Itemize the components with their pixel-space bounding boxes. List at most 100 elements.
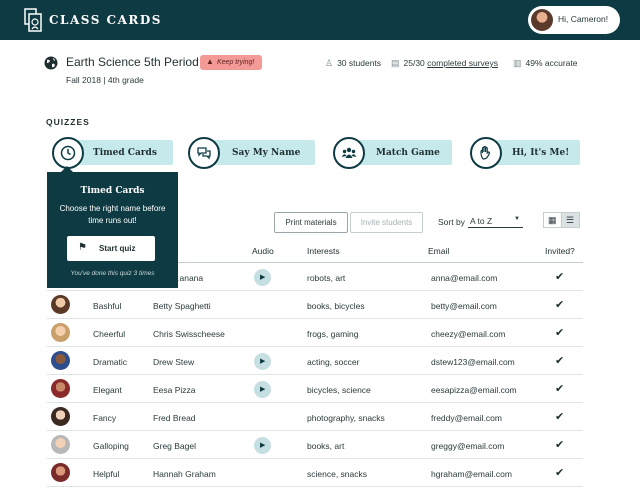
avatar: [51, 351, 70, 370]
avatar: [51, 463, 70, 482]
clipboard-icon: ▥: [513, 58, 522, 68]
class-subtitle: Fall 2018 | 4th grade: [66, 75, 144, 85]
table-row[interactable]: Dramatic Drew Stew ▶ acting, soccer dste…: [47, 347, 583, 375]
student-name: Fred Bread: [153, 413, 196, 423]
list-icon: ☰: [566, 215, 575, 225]
interests: books, bicycles: [307, 301, 365, 311]
table-row[interactable]: Cheerful Chris Swisscheese frogs, gaming…: [47, 319, 583, 347]
student-adjective: Elegant: [93, 385, 122, 395]
quiz-label: Hi, It's Me!: [512, 148, 570, 158]
clock-icon: [52, 137, 84, 169]
group-icon: [333, 137, 365, 169]
surveys-stat: ▤ 25/30 completed surveys: [391, 58, 499, 68]
quiz-match-game[interactable]: Match Game: [333, 137, 452, 169]
play-audio-button[interactable]: ▶: [254, 353, 271, 370]
quiz-hi-its-me[interactable]: Hi, It's Me!: [470, 137, 580, 169]
student-name: Greg Bagel: [153, 441, 196, 451]
print-materials-button[interactable]: Print materials: [274, 212, 348, 233]
student-name: Chris Swisscheese: [153, 329, 225, 339]
avatar: [51, 323, 70, 342]
interests: acting, soccer: [307, 357, 360, 367]
email: anna@email.com: [431, 273, 498, 283]
student-adjective: Bashful: [93, 301, 122, 311]
email: cheezy@email.com: [431, 329, 506, 339]
class-title: Earth Science 5th Period: [66, 55, 199, 69]
interests: science, snacks: [307, 469, 367, 479]
email: betty@email.com: [431, 301, 497, 311]
grid-view-button[interactable]: ▦: [543, 212, 562, 228]
play-audio-button[interactable]: ▶: [254, 269, 271, 286]
interests: books, art: [307, 441, 345, 451]
table-row[interactable]: Elegant Eesa Pizza ▶ bicycles, science e…: [47, 375, 583, 403]
sort-select[interactable]: A to Z ▼: [468, 213, 523, 228]
hand-wave-icon: [470, 137, 502, 169]
check-icon: ✔: [555, 299, 565, 311]
email: greggy@email.com: [431, 441, 505, 451]
student-name: Betty Spaghetti: [153, 301, 211, 311]
status-badge: ▲ Keep trying!: [200, 55, 262, 70]
quiz-say-my-name[interactable]: Say My Name: [188, 137, 315, 169]
quiz-popover: Timed Cards Choose the right name before…: [47, 166, 178, 288]
avatar: [51, 379, 70, 398]
play-icon: ▶: [260, 358, 266, 365]
column-header-invited[interactable]: Invited?: [545, 246, 575, 256]
student-adjective: Helpful: [93, 469, 120, 479]
list-view-button[interactable]: ☰: [561, 212, 580, 228]
student-name: Eesa Pizza: [153, 385, 196, 395]
avatar: [51, 435, 70, 454]
student-icon: ♙: [325, 58, 334, 68]
table-row[interactable]: Helpful Hannah Graham science, snacks hg…: [47, 459, 583, 487]
user-avatar: [531, 9, 553, 31]
top-bar: CLASS CARDS Hi, Cameron!: [0, 0, 640, 40]
quiz-timed-cards[interactable]: Timed Cards: [52, 137, 173, 169]
play-audio-button[interactable]: ▶: [254, 437, 271, 454]
interests: robots, art: [307, 273, 346, 283]
quiz-label: Match Game: [376, 148, 440, 158]
check-icon: ✔: [555, 467, 565, 479]
completed-surveys-link[interactable]: completed surveys: [427, 58, 498, 68]
user-greeting: Hi, Cameron!: [558, 14, 609, 24]
globe-icon: [44, 56, 58, 70]
student-name: Drew Stew: [153, 357, 195, 367]
email: hgraham@email.com: [431, 469, 512, 479]
play-icon: ▶: [260, 442, 266, 449]
popover-title: Timed Cards: [80, 186, 145, 196]
check-icon: ✔: [555, 271, 565, 283]
table-row[interactable]: Fancy Fred Bread photography, snacks fre…: [47, 403, 583, 431]
start-quiz-button[interactable]: ⚑ Start quiz: [67, 236, 155, 261]
check-icon: ✔: [555, 327, 565, 339]
quiz-label: Say My Name: [232, 148, 301, 158]
students-stat: ♙ 30 students: [325, 58, 382, 68]
interests: bicycles, science: [307, 385, 371, 395]
interests: frogs, gaming: [307, 329, 359, 339]
check-icon: ✔: [555, 439, 565, 451]
email: eesapizza@email.com: [431, 385, 517, 395]
student-adjective: Fancy: [93, 413, 117, 423]
class-cards-logo-icon[interactable]: [24, 8, 42, 32]
table-row[interactable]: Bashful Betty Spaghetti books, bicycles …: [47, 291, 583, 319]
table-row[interactable]: Galloping Greg Bagel ▶ books, art greggy…: [47, 431, 583, 459]
brand-name: CLASS CARDS: [49, 13, 162, 27]
email: dstew123@email.com: [431, 357, 515, 367]
student-adjective: Galloping: [93, 441, 129, 451]
card-icon: ▤: [391, 58, 400, 68]
user-menu[interactable]: Hi, Cameron!: [528, 6, 620, 34]
play-icon: ▶: [260, 274, 266, 281]
check-icon: ✔: [555, 411, 565, 423]
quizzes-heading: QUIZZES: [46, 117, 90, 127]
avatar: [51, 295, 70, 314]
check-icon: ✔: [555, 355, 565, 367]
popover-description: Choose the right name before time runs o…: [59, 204, 166, 225]
email: freddy@email.com: [431, 413, 502, 423]
grid-icon: ▦: [548, 215, 557, 225]
caret-down-icon: ▼: [514, 216, 520, 222]
student-adjective: Cheerful: [93, 329, 126, 339]
column-header-audio[interactable]: Audio: [252, 246, 274, 256]
sort-label: Sort by: [438, 217, 465, 227]
student-adjective: Dramatic: [93, 357, 128, 367]
column-header-interests[interactable]: Interests: [307, 246, 340, 256]
column-header-email[interactable]: Email: [428, 246, 449, 256]
quiz-label: Timed Cards: [93, 148, 157, 158]
play-audio-button[interactable]: ▶: [254, 381, 271, 398]
invite-students-button[interactable]: Invite students: [350, 212, 423, 233]
